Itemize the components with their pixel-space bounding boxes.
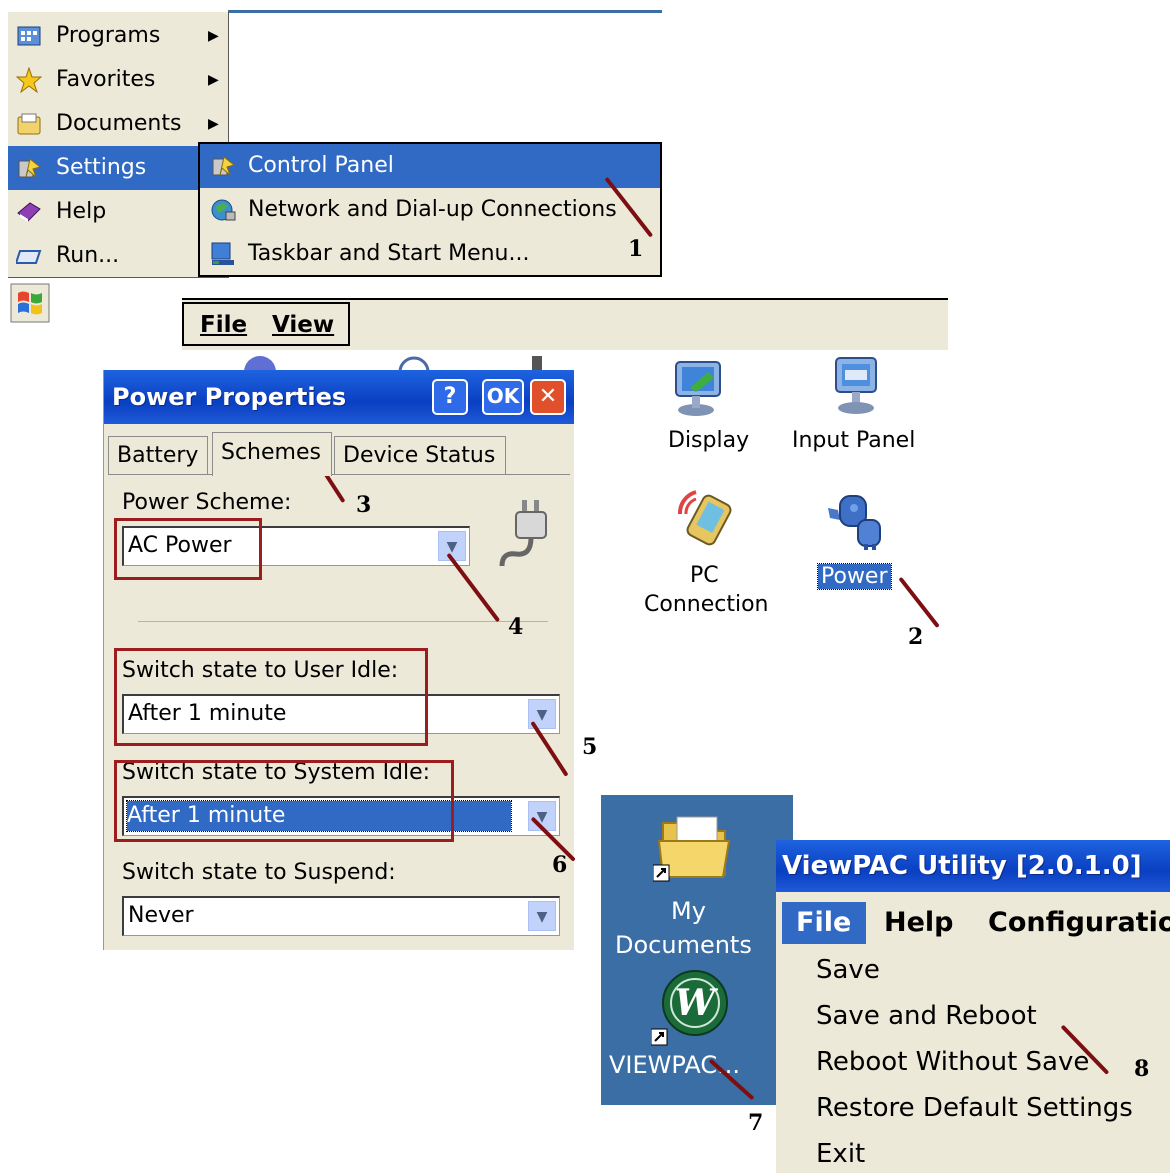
run-icon	[16, 250, 42, 264]
start-menu-item-programs[interactable]: Programs ▶	[8, 14, 228, 58]
power-label: Power	[817, 563, 892, 590]
start-menu-item-label: Help	[56, 199, 107, 224]
submenu-item-control-panel[interactable]: Control Panel	[200, 144, 660, 188]
file-menu-exit[interactable]: Exit	[816, 1139, 865, 1169]
file-menu-save-and-reboot[interactable]: Save and Reboot	[816, 1001, 1037, 1031]
file-menu-save[interactable]: Save	[816, 955, 880, 985]
input-panel-icon[interactable]	[828, 356, 886, 418]
display-label: Display	[668, 428, 750, 453]
viewpac-utility-window: ViewPAC Utility [2.0.1.0] File Help Conf…	[776, 840, 1170, 1173]
start-menu-item-label: Favorites	[56, 67, 156, 92]
pc-connection-label-line1: PC	[690, 563, 719, 588]
submenu-item-network[interactable]: Network and Dial-up Connections	[200, 188, 660, 232]
suspend-label: Switch state to Suspend:	[122, 860, 396, 885]
start-menu-item-label: Documents	[56, 111, 182, 136]
start-menu-item-run[interactable]: Run...	[8, 234, 228, 278]
partial-gear-icon	[244, 356, 276, 372]
tab-device-status[interactable]: Device Status	[334, 436, 506, 474]
viewpac-menubar: File Help Configuratio	[776, 892, 1170, 952]
my-documents-label-line1: My	[671, 897, 706, 925]
control-panel-menu: File View	[182, 302, 350, 346]
step-number-2: 2	[908, 624, 924, 650]
highlight-system-idle	[114, 760, 454, 842]
suspend-value: Never	[128, 903, 194, 928]
svg-text:W: W	[675, 982, 719, 1024]
step-number-7: 7	[748, 1110, 764, 1136]
tab-divider	[108, 474, 570, 475]
viewpac-menu-file[interactable]: File	[782, 902, 866, 944]
highlight-user-idle	[114, 648, 428, 746]
start-menu-item-label: Programs	[56, 23, 161, 48]
start-menu-item-favorites[interactable]: Favorites ▶	[8, 58, 228, 102]
settings-submenu: Control Panel Network and Dial-up Connec…	[198, 142, 662, 277]
step-number-4: 4	[508, 614, 524, 640]
start-button-windows-flag-icon[interactable]	[10, 283, 50, 323]
close-button[interactable]: ✕	[530, 379, 566, 415]
my-documents-label-line2: Documents	[615, 931, 752, 959]
partial-clock-icon	[398, 356, 430, 372]
window-edge	[228, 10, 662, 13]
power-icon[interactable]	[824, 490, 890, 550]
input-panel-label: Input Panel	[792, 428, 916, 453]
display-icon[interactable]	[670, 360, 730, 418]
submenu-arrow-icon: ▶	[208, 116, 219, 132]
viewpac-label: VIEWPAC...	[609, 1051, 740, 1079]
step-number-8: 8	[1134, 1056, 1150, 1082]
help-book-icon	[17, 202, 41, 222]
suspend-select[interactable]: Never ▼	[122, 896, 560, 936]
documents-icon	[17, 113, 41, 135]
submenu-item-taskbar[interactable]: Taskbar and Start Menu...	[200, 232, 660, 276]
step-number-6: 6	[552, 852, 568, 878]
file-menu-reboot-without-save[interactable]: Reboot Without Save	[816, 1047, 1089, 1077]
start-menu-item-label: Settings	[56, 155, 147, 180]
tab-schemes[interactable]: Schemes	[212, 432, 332, 476]
submenu-arrow-icon: ▶	[208, 28, 219, 44]
file-menu-restore-defaults[interactable]: Restore Default Settings	[816, 1093, 1133, 1123]
submenu-arrow-icon: ▶	[208, 72, 219, 88]
taskbar-icon	[211, 242, 234, 265]
chevron-down-icon[interactable]: ▼	[528, 901, 556, 931]
ok-button[interactable]: OK	[482, 379, 524, 415]
network-icon	[211, 199, 236, 221]
submenu-item-label: Control Panel	[248, 153, 394, 178]
viewpac-title: ViewPAC Utility [2.0.1.0]	[782, 851, 1142, 881]
highlight-power-scheme	[114, 518, 262, 580]
submenu-item-label: Taskbar and Start Menu...	[248, 241, 530, 266]
start-menu-item-label: Run...	[56, 243, 120, 268]
power-plug-icon	[499, 500, 547, 567]
folder-icon[interactable]	[653, 813, 733, 883]
start-menu-item-documents[interactable]: Documents ▶	[8, 102, 228, 146]
menu-file[interactable]: File	[200, 312, 247, 338]
start-menu-item-help[interactable]: Help	[8, 190, 228, 234]
step-number-3: 3	[356, 492, 372, 518]
step-number-5: 5	[582, 734, 598, 760]
dialog-title-bar: Power Properties ? OK ✕	[104, 370, 574, 424]
menu-view[interactable]: View	[272, 312, 334, 338]
separator	[138, 621, 548, 622]
power-scheme-label: Power Scheme:	[122, 490, 292, 515]
favorites-star-icon	[16, 67, 42, 93]
viewpac-menu-help[interactable]: Help	[884, 902, 954, 944]
tab-battery[interactable]: Battery	[108, 436, 208, 474]
settings-icon	[18, 158, 42, 178]
help-button[interactable]: ?	[432, 379, 468, 415]
pc-connection-icon[interactable]	[672, 484, 742, 554]
programs-icon	[17, 26, 41, 46]
viewpac-menu-configuration[interactable]: Configuratio	[988, 902, 1170, 944]
viewpac-title-bar: ViewPAC Utility [2.0.1.0]	[776, 840, 1170, 892]
partial-device-icon	[532, 356, 542, 372]
dialog-title: Power Properties	[112, 383, 347, 411]
pc-connection-label-line2: Connection	[644, 592, 769, 617]
desktop-area: My Documents W VIEWPAC...	[601, 795, 793, 1105]
viewpac-w-icon[interactable]: W	[651, 967, 735, 1047]
submenu-item-label: Network and Dial-up Connections	[248, 197, 617, 222]
step-number-1: 1	[628, 236, 644, 262]
step-pointer-2	[898, 576, 940, 629]
start-menu: Programs ▶ Favorites ▶ Documents ▶ Setti…	[8, 12, 229, 278]
control-panel-icon	[212, 156, 236, 176]
start-menu-item-settings[interactable]: Settings	[8, 146, 228, 190]
